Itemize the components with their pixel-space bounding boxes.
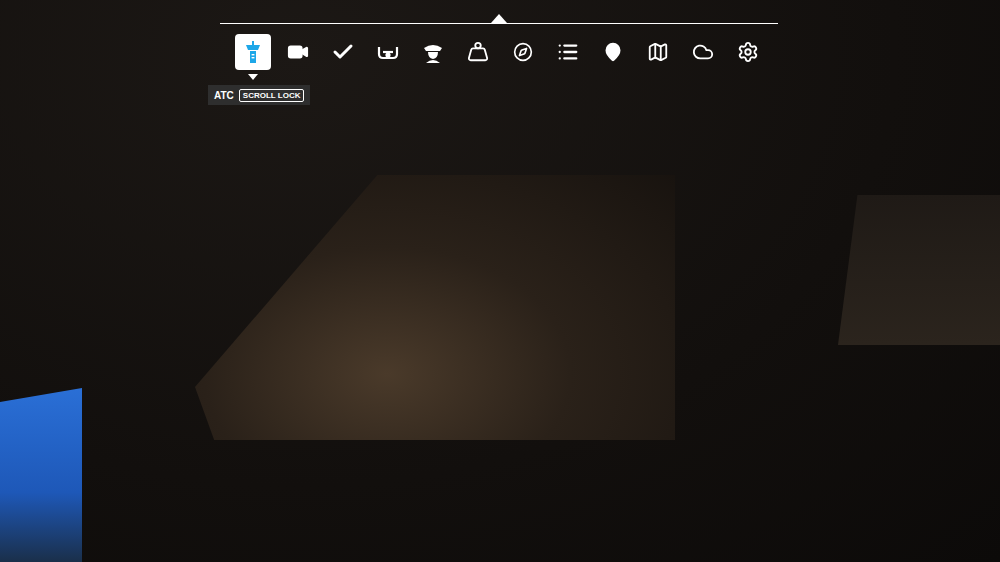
pilot-button[interactable]	[415, 34, 451, 70]
pilot-icon	[422, 41, 444, 63]
atc-icon	[243, 40, 263, 64]
pin-icon	[603, 42, 623, 62]
weather-icon	[692, 41, 714, 63]
objectives-button[interactable]	[550, 34, 586, 70]
toolbar	[220, 0, 778, 70]
checklist-icon	[331, 40, 355, 64]
controls-button[interactable]	[370, 34, 406, 70]
map-icon	[647, 41, 669, 63]
tooltip-label: ATC	[214, 90, 234, 101]
side-window	[838, 195, 1000, 345]
map-button[interactable]	[640, 34, 676, 70]
controls-icon	[376, 42, 400, 62]
weather-button[interactable]	[685, 34, 721, 70]
toolbar-marker	[491, 14, 507, 23]
tooltip: ATC SCROLL LOCK	[208, 74, 310, 105]
tooltip-box: ATC SCROLL LOCK	[208, 85, 310, 105]
objectives-icon	[557, 41, 579, 63]
pin-button[interactable]	[595, 34, 631, 70]
tooltip-arrow	[248, 74, 258, 80]
weight-button[interactable]	[460, 34, 496, 70]
navlog-button[interactable]	[505, 34, 541, 70]
window-view	[195, 175, 675, 440]
flight-display	[0, 388, 82, 562]
cockpit-scene: ATC SCROLL LOCK	[0, 0, 1000, 562]
atc-button[interactable]	[235, 34, 271, 70]
shortcut-key: SCROLL LOCK	[239, 89, 305, 102]
camera-icon	[287, 41, 309, 63]
settings-button[interactable]	[730, 34, 766, 70]
toolbar-row	[220, 34, 778, 70]
camera-button[interactable]	[280, 34, 316, 70]
toolbar-line	[220, 23, 778, 24]
navlog-icon	[513, 42, 533, 62]
checklist-button[interactable]	[325, 34, 361, 70]
weight-icon	[467, 41, 489, 63]
settings-icon	[737, 41, 759, 63]
